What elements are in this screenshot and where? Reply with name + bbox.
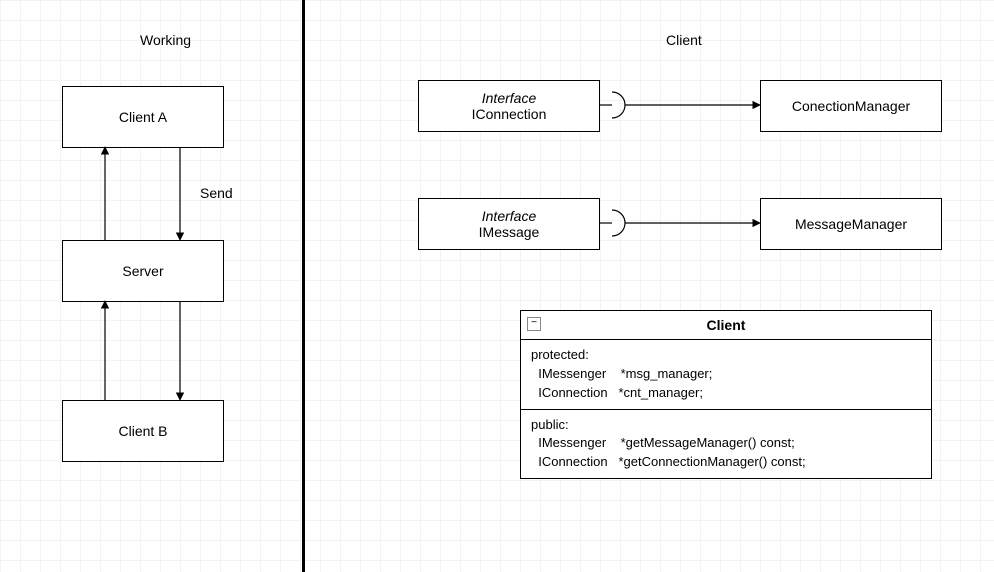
message-manager-label: MessageManager	[795, 216, 907, 232]
iconnection-stereo: Interface	[482, 90, 536, 106]
client-class-name: Client	[707, 317, 746, 333]
client-class-protected: protected: IMessenger *msg_manager; ICon…	[521, 340, 931, 410]
client-class-box: − Client protected: IMessenger *msg_mana…	[520, 310, 932, 479]
vertical-divider	[302, 0, 305, 572]
client-class-public: public: IMessenger *getMessageManager() …	[521, 410, 931, 479]
message-manager-box: MessageManager	[760, 198, 942, 250]
imessage-name: IMessage	[479, 224, 540, 240]
connection-manager-label: ConectionManager	[792, 98, 910, 114]
iconnection-name: IConnection	[472, 106, 547, 122]
client-class-title-row: − Client	[521, 311, 931, 340]
server-box: Server	[62, 240, 224, 302]
client-section-title: Client	[666, 32, 702, 48]
connection-manager-box: ConectionManager	[760, 80, 942, 132]
server-label: Server	[122, 263, 163, 279]
client-b-box: Client B	[62, 400, 224, 462]
client-a-box: Client A	[62, 86, 224, 148]
iconnection-box: Interface IConnection	[418, 80, 600, 132]
send-label: Send	[200, 185, 233, 201]
imessage-box: Interface IMessage	[418, 198, 600, 250]
client-a-label: Client A	[119, 109, 167, 125]
working-title: Working	[140, 32, 191, 48]
client-b-label: Client B	[118, 423, 167, 439]
collapse-icon[interactable]: −	[527, 317, 541, 331]
imessage-stereo: Interface	[482, 208, 536, 224]
